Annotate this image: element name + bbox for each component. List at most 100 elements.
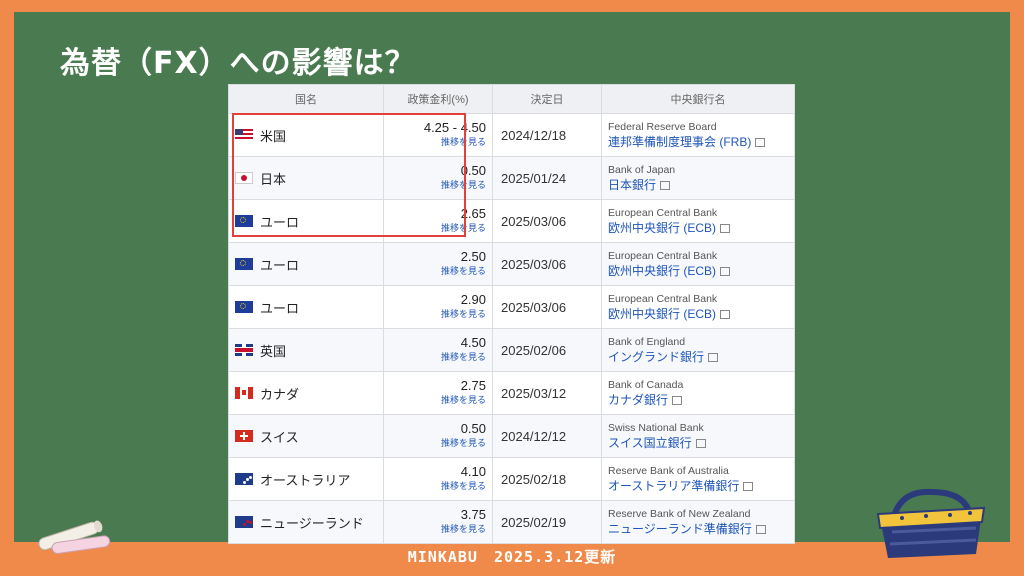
bank-cell: Swiss National Bank スイス国立銀行: [601, 414, 795, 458]
flag-us-icon: [235, 129, 253, 141]
header-date: 決定日: [492, 84, 602, 114]
rate-history-link[interactable]: 推移を見る: [390, 264, 486, 278]
table-row: オーストラリア 4.10 推移を見る 2025/02/18 Reserve Bank o…: [228, 457, 795, 501]
external-link-icon[interactable]: [755, 525, 766, 534]
decision-date: 2025/02/18: [492, 457, 602, 501]
bank-name-en: European Central Bank: [608, 250, 718, 262]
country-name: ユーロ: [260, 214, 300, 230]
rate-value: 2.65: [460, 206, 486, 221]
bank-name-jp[interactable]: ニュージーランド準備銀行: [608, 522, 752, 536]
country-cell: ユーロ: [228, 285, 384, 329]
external-link-icon[interactable]: [755, 138, 766, 147]
decision-date: 2024/12/18: [492, 113, 602, 157]
rate-value: 4.50: [460, 335, 486, 350]
country: ユーロ: [235, 298, 377, 317]
country-name: ニュージーランド: [260, 515, 364, 531]
bank-link[interactable]: 連邦準備制度理事会 (FRB): [608, 135, 788, 150]
bank-cell: European Central Bank 欧州中央銀行 (ECB): [601, 199, 795, 243]
bank-cell: Bank of Japan 日本銀行: [601, 156, 795, 200]
rate-cell: 0.50 推移を見る: [383, 414, 493, 458]
bank-link[interactable]: 欧州中央銀行 (ECB): [608, 307, 788, 322]
policy-rate-table: 国名 政策金利(%) 決定日 中央銀行名 米国 4.25 - 4.50 推移を見る 2…: [228, 84, 795, 544]
header-country: 国名: [228, 84, 384, 114]
country-name: カナダ: [260, 386, 300, 402]
rate-history-link[interactable]: 推移を見る: [390, 135, 486, 149]
bank-link[interactable]: カナダ銀行: [608, 393, 788, 408]
bank-name-jp[interactable]: スイス国立銀行: [608, 436, 692, 450]
bank-name-jp[interactable]: 欧州中央銀行 (ECB): [608, 307, 716, 321]
table-row: ユーロ 2.90 推移を見る 2025/03/06 European Central B…: [228, 285, 795, 329]
country-cell: カナダ: [228, 371, 384, 415]
bank-name-jp[interactable]: 欧州中央銀行 (ECB): [608, 221, 716, 235]
table-row: 英国 4.50 推移を見る 2025/02/06 Bank of England イングラ…: [228, 328, 795, 372]
table-row: スイス 0.50 推移を見る 2024/12/12 Swiss National Ban…: [228, 414, 795, 458]
flag-eu-icon: [235, 215, 253, 227]
bank-name-jp[interactable]: 欧州中央銀行 (ECB): [608, 264, 716, 278]
bank-name-jp[interactable]: 日本銀行: [608, 178, 656, 192]
country: オーストラリア: [235, 470, 377, 489]
table-row: ユーロ 2.50 推移を見る 2025/03/06 European Central B…: [228, 242, 795, 286]
country-cell: オーストラリア: [228, 457, 384, 501]
decision-date: 2025/02/06: [492, 328, 602, 372]
rate-history-link[interactable]: 推移を見る: [390, 350, 486, 364]
rate-table-container: 国名 政策金利(%) 決定日 中央銀行名 米国 4.25 - 4.50 推移を見る 2…: [228, 84, 795, 544]
rate-history-link[interactable]: 推移を見る: [390, 221, 486, 235]
rate-history-link[interactable]: 推移を見る: [390, 479, 486, 493]
bank-cell: European Central Bank 欧州中央銀行 (ECB): [601, 285, 795, 329]
rate-cell: 4.50 推移を見る: [383, 328, 493, 372]
header-bank: 中央銀行名: [601, 84, 795, 114]
rate-value: 2.75: [460, 378, 486, 393]
rate-history-link[interactable]: 推移を見る: [390, 307, 486, 321]
country: ユーロ: [235, 255, 377, 274]
rate-cell: 4.10 推移を見る: [383, 457, 493, 501]
country: 英国: [235, 341, 377, 360]
rate-history-link[interactable]: 推移を見る: [390, 178, 486, 192]
country-cell: スイス: [228, 414, 384, 458]
flag-nz-icon: [235, 516, 253, 528]
flag-eu-icon: [235, 301, 253, 313]
country-name: 米国: [260, 128, 287, 144]
bank-name-jp[interactable]: イングランド銀行: [608, 350, 704, 364]
external-link-icon[interactable]: [660, 181, 671, 190]
table-row: 日本 0.50 推移を見る 2025/01/24 Bank of Japan 日本銀行: [228, 156, 795, 200]
bank-link[interactable]: ニュージーランド準備銀行: [608, 522, 788, 537]
country-name: スイス: [260, 429, 299, 445]
flag-ch-icon: [235, 430, 253, 442]
external-link-icon[interactable]: [720, 224, 731, 233]
country: カナダ: [235, 384, 377, 403]
bank-cell: Bank of England イングランド銀行: [601, 328, 795, 372]
external-link-icon[interactable]: [672, 396, 683, 405]
rate-history-link[interactable]: 推移を見る: [390, 522, 486, 536]
external-link-icon[interactable]: [695, 439, 706, 448]
bank-link[interactable]: 欧州中央銀行 (ECB): [608, 221, 788, 236]
country-cell: ユーロ: [228, 242, 384, 286]
bank-name-jp[interactable]: カナダ銀行: [608, 393, 668, 407]
flag-eu-icon: [235, 258, 253, 270]
bank-name-en: Bank of Canada: [608, 379, 684, 391]
external-link-icon[interactable]: [743, 482, 754, 491]
rate-history-link[interactable]: 推移を見る: [390, 393, 486, 407]
bank-link[interactable]: 欧州中央銀行 (ECB): [608, 264, 788, 279]
table-row: ニュージーランド 3.75 推移を見る 2025/02/19 Reserve Bank …: [228, 500, 795, 544]
rate-cell: 2.65 推移を見る: [383, 199, 493, 243]
bank-cell: Bank of Canada カナダ銀行: [601, 371, 795, 415]
external-link-icon[interactable]: [708, 353, 719, 362]
rate-value: 2.90: [460, 292, 486, 307]
country-name: 英国: [260, 343, 287, 359]
bank-link[interactable]: イングランド銀行: [608, 350, 788, 365]
external-link-icon[interactable]: [720, 310, 731, 319]
bank-link[interactable]: 日本銀行: [608, 178, 788, 193]
flag-au-icon: [235, 473, 253, 485]
bank-link[interactable]: オーストラリア準備銀行: [608, 479, 788, 494]
external-link-icon[interactable]: [720, 267, 731, 276]
bank-cell: European Central Bank 欧州中央銀行 (ECB): [601, 242, 795, 286]
bank-link[interactable]: スイス国立銀行: [608, 436, 788, 451]
rate-cell: 4.25 - 4.50 推移を見る: [383, 113, 493, 157]
bank-name-jp[interactable]: 連邦準備制度理事会 (FRB): [608, 135, 751, 149]
country: 日本: [235, 169, 377, 188]
bank-cell: Reserve Bank of Australia オーストラリア準備銀行: [601, 457, 795, 501]
rate-history-link[interactable]: 推移を見る: [390, 436, 486, 450]
decision-date: 2024/12/12: [492, 414, 602, 458]
rate-value: 2.50: [460, 249, 486, 264]
bank-name-jp[interactable]: オーストラリア準備銀行: [608, 479, 739, 493]
